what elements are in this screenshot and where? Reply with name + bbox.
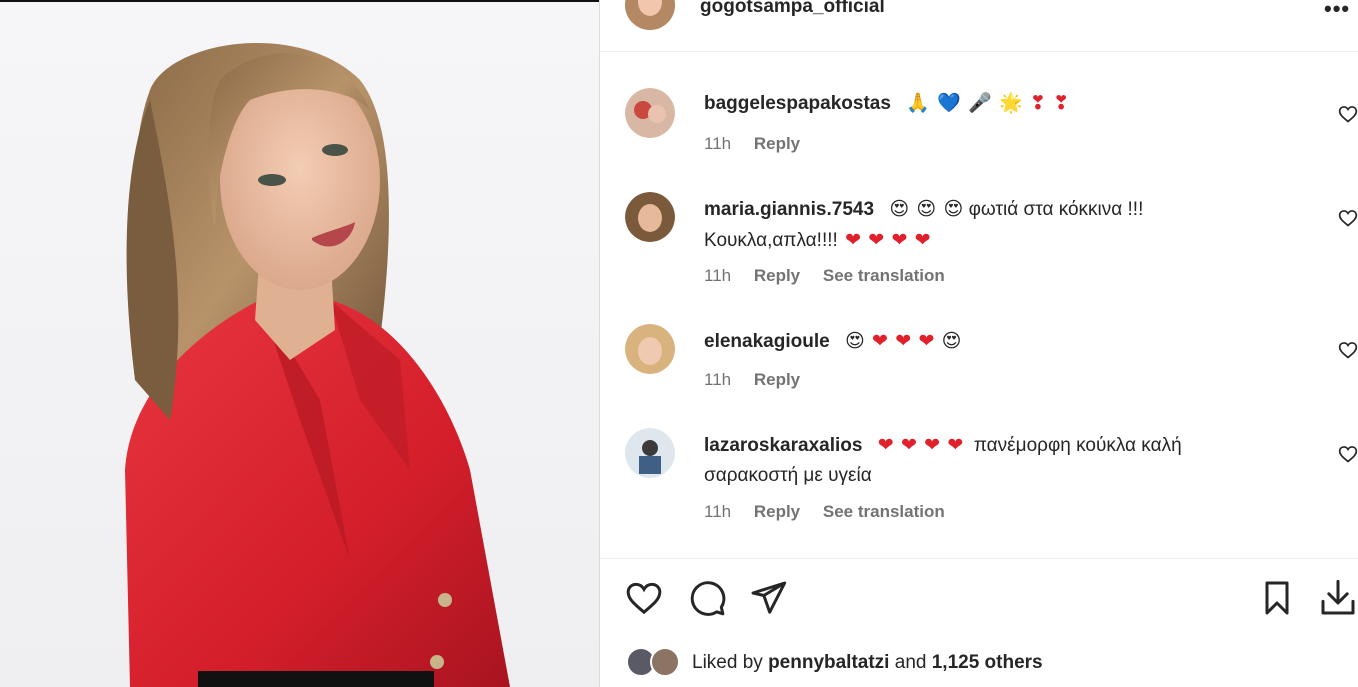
comment-emoji: ❤	[914, 229, 931, 251]
portrait-illustration	[125, 42, 510, 687]
comment-emoji: 😍	[941, 330, 962, 352]
comment-emoji: ❤	[924, 434, 941, 456]
comment-username[interactable]: elenakagioule	[704, 331, 830, 352]
likes-prefix: Liked by	[692, 652, 763, 673]
comment-like-heart-icon[interactable]	[1338, 104, 1358, 124]
comment-like-heart-icon[interactable]	[1338, 340, 1358, 360]
post-action-bar	[600, 578, 1358, 622]
comment-emoji: ❤	[918, 330, 935, 352]
comment-list: baggelespapakostas 🙏 💙 🎤 🌟 ❣ ❣ 11h Reply…	[600, 52, 1358, 558]
comment-emoji: ❤	[947, 434, 964, 456]
comment-emoji: ❣	[1053, 92, 1070, 114]
comment-emoji: 😍	[889, 198, 910, 220]
comment-username[interactable]: maria.giannis.7543	[704, 199, 874, 220]
comment-like-heart-icon[interactable]	[1338, 208, 1358, 228]
comment-emoji: 🌟	[999, 92, 1023, 114]
comment-emoji: 💙	[937, 92, 961, 114]
comment-emoji: ❤	[872, 330, 888, 352]
comment-emoji: ❤	[845, 229, 861, 251]
comment-emoji: 🙏	[906, 92, 930, 114]
comment-meta: 11h Reply See translation	[704, 502, 963, 522]
comment-content: σαρακοστή με υγεία	[704, 465, 872, 486]
likes-others-link[interactable]: 1,125 others	[932, 652, 1043, 673]
comment-text: elenakagioule 😍 ❤ ❤ ❤ 😍	[704, 326, 1264, 357]
see-translation-link[interactable]: See translation	[823, 266, 945, 285]
comment-emoji: ❣	[1030, 92, 1046, 114]
comment-avatar[interactable]	[625, 324, 675, 374]
share-icon[interactable]	[748, 578, 788, 618]
section-divider	[600, 558, 1358, 559]
like-heart-icon[interactable]	[624, 578, 664, 618]
download-icon[interactable]	[1318, 578, 1358, 618]
comment-time: 11h	[704, 370, 732, 389]
comment-time: 11h	[704, 502, 732, 521]
comment-emoji: 😍	[844, 330, 865, 352]
comment-avatar[interactable]	[625, 428, 675, 478]
comment-time: 11h	[704, 266, 732, 285]
liker-avatars[interactable]	[626, 645, 686, 679]
comment-like-heart-icon[interactable]	[1338, 444, 1358, 464]
bookmark-icon[interactable]	[1257, 578, 1297, 618]
comment-username[interactable]: baggelespapakostas	[704, 93, 891, 114]
comment-time: 11h	[704, 134, 732, 153]
likes-summary: Liked by pennybaltatzi and 1,125 others	[626, 645, 1326, 681]
comment-emoji: ❤	[868, 229, 885, 251]
comment-emoji: ❤	[895, 330, 912, 352]
comment-emoji: ❤	[891, 229, 908, 251]
comment-meta: 11h Reply	[704, 134, 818, 154]
reply-button[interactable]: Reply	[754, 502, 800, 521]
comment-emoji: 🎤	[968, 92, 992, 114]
comment-meta: 11h Reply	[704, 370, 818, 390]
more-options-icon[interactable]: •••	[1324, 0, 1350, 22]
author-username[interactable]: gogotsampa_official	[700, 0, 885, 18]
comment-text: maria.giannis.7543 😍 😍 😍 φωτιά στα κόκκι…	[704, 194, 1264, 256]
likes-text: Liked by pennybaltatzi and 1,125 others	[692, 652, 1043, 674]
reply-button[interactable]: Reply	[754, 134, 800, 153]
comment-avatar[interactable]	[625, 88, 675, 138]
reply-button[interactable]: Reply	[754, 370, 800, 389]
comment-meta: 11h Reply See translation	[704, 266, 963, 286]
reply-button[interactable]: Reply	[754, 266, 800, 285]
see-translation-link[interactable]: See translation	[823, 502, 945, 521]
comment-icon[interactable]	[687, 578, 727, 618]
comment-emoji: ❤	[877, 434, 894, 456]
post-image[interactable]	[0, 0, 600, 687]
comment-emoji: ❤	[900, 434, 917, 456]
comment-content: πανέμορφη κούκλα καλή	[973, 435, 1182, 456]
comment-content: φωτιά στα κόκκινα !!!	[968, 199, 1144, 220]
comment-username[interactable]: lazaroskaraxalios	[704, 435, 862, 456]
comment-emoji: 😍	[916, 198, 937, 220]
comment-content: Κουκλα,απλα!!!!	[704, 230, 838, 251]
post-side-panel: gogotsampa_official ••• baggelespapakost…	[600, 0, 1358, 687]
comment-text: baggelespapakostas 🙏 💙 🎤 🌟 ❣ ❣	[704, 88, 1264, 119]
comment-avatar[interactable]	[625, 192, 675, 242]
post-header: gogotsampa_official •••	[600, 0, 1358, 52]
liker-username[interactable]: pennybaltatzi	[768, 652, 889, 673]
comment-emoji: 😍	[943, 198, 964, 220]
likes-joiner: and	[894, 652, 927, 673]
author-avatar[interactable]	[625, 0, 675, 30]
comment-text: lazaroskaraxalios ❤ ❤ ❤ ❤ πανέμορφη κούκ…	[704, 430, 1264, 491]
liker-avatar	[650, 647, 680, 677]
